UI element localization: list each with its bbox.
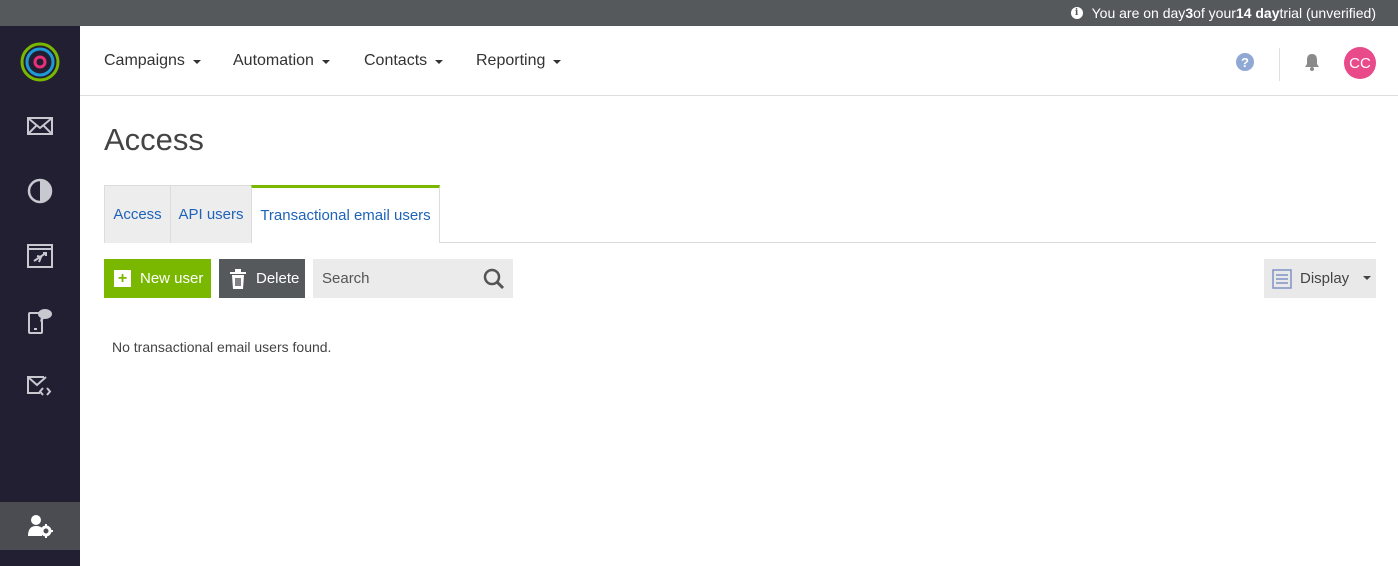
help-icon[interactable]: ? <box>1236 53 1254 71</box>
new-user-button[interactable]: + New user <box>104 259 211 298</box>
search-icon[interactable] <box>483 268 505 290</box>
display-button[interactable]: Display <box>1264 259 1376 298</box>
display-label: Display <box>1300 270 1350 287</box>
chevron-down-icon <box>192 60 201 64</box>
nav-contacts[interactable]: Contacts <box>364 26 444 96</box>
landing-page-icon <box>27 244 53 268</box>
sidebar-item-transactional[interactable] <box>0 362 80 410</box>
chevron-down-icon <box>553 60 562 64</box>
trial-length: 14 day <box>1235 5 1280 21</box>
sidebar-item-reports[interactable] <box>0 167 80 215</box>
trash-icon <box>230 268 246 289</box>
sidebar <box>0 26 80 566</box>
page-title: Access <box>104 122 204 157</box>
tab-api-users[interactable]: API users <box>170 185 252 243</box>
trial-banner: i You are on day 3 of your 14 day trial … <box>0 0 1398 26</box>
user-settings-icon <box>28 515 53 538</box>
nav-automation[interactable]: Automation <box>233 26 330 96</box>
chevron-down-icon <box>435 60 444 64</box>
search-box <box>313 259 513 298</box>
nav-campaigns[interactable]: Campaigns <box>104 26 201 96</box>
avatar[interactable]: CC <box>1344 47 1376 79</box>
pie-chart-icon <box>27 178 53 204</box>
trial-text-suffix: trial (unverified) <box>1279 5 1376 21</box>
nav-automation-label: Automation <box>233 52 314 69</box>
nav-campaigns-label: Campaigns <box>104 52 185 69</box>
tab-bar: Access API users Transactional email use… <box>104 185 1376 243</box>
trial-day: 3 <box>1185 5 1194 21</box>
nav-reporting[interactable]: Reporting <box>476 26 562 96</box>
sms-icon <box>28 309 52 334</box>
transactional-email-icon <box>27 376 52 396</box>
list-icon <box>1272 268 1292 289</box>
sidebar-item-sms[interactable] <box>0 297 80 345</box>
chevron-down-icon <box>1363 275 1372 280</box>
sidebar-item-email[interactable] <box>0 102 80 150</box>
header-divider <box>1279 48 1280 81</box>
nav-contacts-label: Contacts <box>364 52 428 69</box>
trial-text-prefix: You are on day <box>1091 5 1186 21</box>
empty-state-message: No transactional email users found. <box>112 339 332 355</box>
delete-label: Delete <box>256 270 300 287</box>
logo[interactable] <box>20 42 60 82</box>
top-nav: Campaigns Automation Contacts Reporting … <box>80 26 1398 96</box>
tab-access[interactable]: Access <box>104 185 171 243</box>
chevron-down-icon <box>321 60 330 64</box>
plus-icon: + <box>114 270 131 287</box>
trial-text-middle: of your <box>1193 5 1236 21</box>
nav-reporting-label: Reporting <box>476 52 546 69</box>
new-user-label: New user <box>140 270 204 287</box>
sidebar-item-landing-pages[interactable] <box>0 232 80 280</box>
email-icon <box>27 117 53 135</box>
info-icon: i <box>1070 7 1083 19</box>
delete-button[interactable]: Delete <box>219 259 305 298</box>
bell-icon[interactable] <box>1302 52 1322 72</box>
tab-transactional-email-users[interactable]: Transactional email users <box>251 185 440 243</box>
sidebar-item-user-settings[interactable] <box>0 502 80 550</box>
search-input[interactable] <box>313 259 473 298</box>
